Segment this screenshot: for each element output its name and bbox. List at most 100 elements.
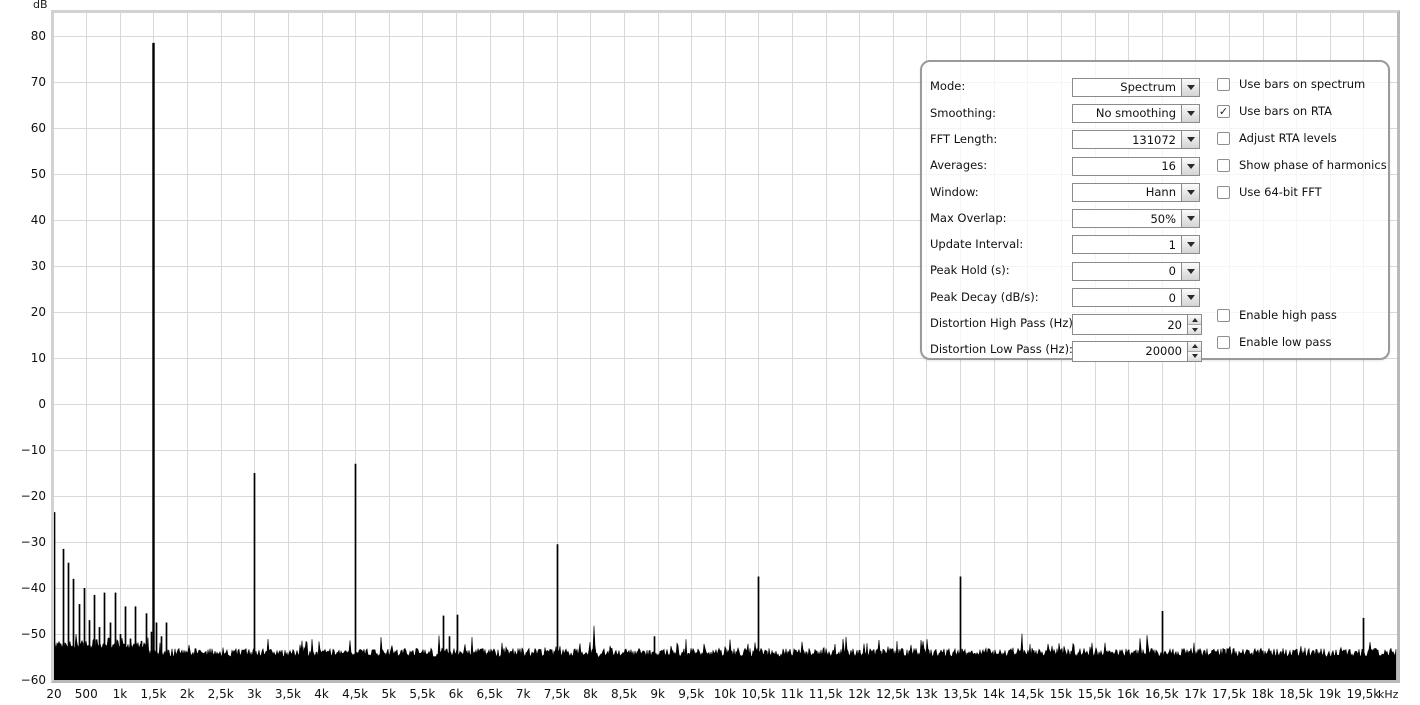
setting-field-wrap-peak-hold: 0 xyxy=(1072,261,1200,281)
dropdown-update-interval[interactable]: 1 xyxy=(1072,235,1200,255)
y-tick-label: 50 xyxy=(30,167,46,181)
spinner-buttons xyxy=(1187,341,1201,361)
checkbox-row-enable-high-pass[interactable]: Enable high pass xyxy=(1217,309,1337,322)
checkbox-row-use-bars-on-spectrum[interactable]: Use bars on spectrum xyxy=(1217,78,1365,91)
spinner-value-distortion-low-pass[interactable]: 20000 xyxy=(1073,342,1187,361)
y-tick-label: 0 xyxy=(38,397,46,411)
setting-field-wrap-distortion-high-pass: 20 xyxy=(1072,314,1202,336)
setting-row-smoothing: Smoothing: No smoothing xyxy=(930,100,1210,126)
checkbox-label-use-bars-on-spectrum: Use bars on spectrum xyxy=(1239,76,1366,91)
x-tick-label: 500 xyxy=(74,687,98,701)
x-tick-label: 10,5k xyxy=(741,687,776,701)
dropdown-smoothing[interactable]: No smoothing xyxy=(1072,103,1200,123)
dropdown-peak-decay[interactable]: 0 xyxy=(1072,288,1200,308)
chevron-down-icon[interactable] xyxy=(1181,183,1199,201)
x-tick-label: 9,5k xyxy=(678,687,705,701)
x-tick-label: 7,5k xyxy=(543,687,570,701)
checkbox-row-enable-low-pass[interactable]: Enable low pass xyxy=(1217,336,1331,349)
setting-label-update-interval: Update Interval: xyxy=(930,237,1024,252)
setting-field-wrap-window: Hann xyxy=(1072,182,1200,202)
spinner-value-distortion-high-pass[interactable]: 20 xyxy=(1073,315,1187,334)
dropdown-window[interactable]: Hann xyxy=(1072,182,1200,202)
spinner-up-icon[interactable] xyxy=(1188,315,1201,325)
x-tick-label: 8,5k xyxy=(610,687,638,701)
checkbox-label-enable-high-pass: Enable high pass xyxy=(1239,307,1337,322)
chevron-down-icon[interactable] xyxy=(1181,131,1199,149)
y-tick-label: −10 xyxy=(20,443,46,457)
checkbox-row-use-bars-on-rta[interactable]: ✓ Use bars on RTA xyxy=(1217,105,1332,118)
spinner-down-icon[interactable] xyxy=(1188,350,1201,361)
checkbox-enable-low-pass[interactable] xyxy=(1217,336,1230,349)
settings-panel: Mode: Spectrum Smoothing: No smoothing FFT L… xyxy=(920,60,1390,363)
setting-row-max-overlap: Max Overlap: 50% xyxy=(930,205,1210,231)
checkbox-enable-high-pass[interactable] xyxy=(1217,309,1230,322)
setting-row-update-interval: Update Interval: 1 xyxy=(930,232,1210,258)
x-tick-label: 6,5k xyxy=(476,687,503,701)
y-tick-label: 40 xyxy=(30,213,46,227)
setting-label-max-overlap: Max Overlap: xyxy=(930,210,1007,225)
checkbox-row-use-64-bit-fft[interactable]: Use 64-bit FFT xyxy=(1217,186,1322,199)
checkbox-use-64-bit-fft[interactable] xyxy=(1217,186,1230,199)
x-tick-label: 15k xyxy=(1049,687,1073,701)
spinner-distortion-high-pass[interactable]: 20 xyxy=(1072,314,1202,336)
x-tick-label: 14,5k xyxy=(1010,687,1045,701)
x-tick-label: 2k xyxy=(179,687,195,701)
x-axis-tick-labels: 20 500 1k 1,5k 2k 2,5k 3k 3,5k 4k 4,5k 5k 5,5k 6k 6,5… xyxy=(0,688,1420,705)
spinner-distortion-low-pass[interactable]: 20000 xyxy=(1072,340,1202,362)
y-axis-tick-labels: 80 70 60 50 40 30 20 10 0 −10 −20 −30 −40 −50 −60 xyxy=(0,0,46,705)
x-tick-label: 3,5k xyxy=(274,687,301,701)
x-tick-label: 19,5k xyxy=(1346,687,1381,701)
checkbox-use-bars-on-rta[interactable]: ✓ xyxy=(1217,105,1230,118)
chevron-down-icon[interactable] xyxy=(1181,104,1199,122)
chevron-down-icon[interactable] xyxy=(1181,262,1199,280)
x-tick-label: 1,5k xyxy=(140,687,167,701)
x-tick-label: 17,5k xyxy=(1212,687,1246,701)
x-tick-label: 11k xyxy=(780,687,804,701)
setting-label-window: Window: xyxy=(930,184,979,199)
y-tick-label: −20 xyxy=(20,489,46,503)
checkbox-label-use-64-bit-fft: Use 64-bit FFT xyxy=(1239,184,1322,199)
setting-field-wrap-distortion-low-pass: 20000 xyxy=(1072,340,1202,362)
dropdown-peak-hold[interactable]: 0 xyxy=(1072,261,1200,281)
x-tick-label: 16,5k xyxy=(1144,687,1179,701)
checkbox-label-use-bars-on-rta: Use bars on RTA xyxy=(1239,103,1332,118)
checkbox-label-enable-low-pass: Enable low pass xyxy=(1239,334,1332,349)
spinner-buttons xyxy=(1187,315,1201,335)
x-tick-label: 2,5k xyxy=(207,687,234,701)
checkbox-use-bars-on-spectrum[interactable] xyxy=(1217,78,1230,91)
dropdown-max-overlap[interactable]: 50% xyxy=(1072,209,1200,229)
chevron-down-icon[interactable] xyxy=(1181,78,1199,96)
y-tick-label: 60 xyxy=(30,121,46,135)
x-tick-label: 7k xyxy=(515,687,531,701)
spinner-down-icon[interactable] xyxy=(1188,324,1201,335)
setting-label-averages: Averages: xyxy=(930,158,988,173)
dropdown-mode[interactable]: Spectrum xyxy=(1072,77,1200,97)
x-tick-label: 17k xyxy=(1184,687,1207,701)
dropdown-value-averages: 16 xyxy=(1161,159,1176,174)
dropdown-value-smoothing: No smoothing xyxy=(1095,106,1176,121)
dropdown-averages[interactable]: 16 xyxy=(1072,156,1200,176)
x-tick-label: 1k xyxy=(112,687,128,701)
chevron-down-icon[interactable] xyxy=(1181,289,1199,307)
setting-row-peak-decay: Peak Decay (dB/s): 0 xyxy=(930,284,1210,310)
dropdown-value-max-overlap: 50% xyxy=(1150,211,1176,226)
chevron-down-icon[interactable] xyxy=(1181,210,1199,228)
x-tick-label: 4k xyxy=(314,687,329,701)
x-tick-label: 18k xyxy=(1251,687,1274,701)
chevron-down-icon[interactable] xyxy=(1181,157,1199,175)
chevron-down-icon[interactable] xyxy=(1181,236,1199,254)
setting-label-distortion-high-pass: Distortion High Pass (Hz): xyxy=(930,316,1077,331)
settings-rows: Mode: Spectrum Smoothing: No smoothing FFT L… xyxy=(930,74,1210,363)
checkbox-label-adjust-rta-levels: Adjust RTA levels xyxy=(1239,130,1337,145)
y-tick-label: 80 xyxy=(30,29,46,43)
dropdown-fft-length[interactable]: 131072 xyxy=(1072,130,1200,150)
setting-field-wrap-averages: 16 xyxy=(1072,156,1200,176)
spinner-up-icon[interactable] xyxy=(1188,341,1201,351)
checkbox-row-show-phase-of-harmonics[interactable]: Show phase of harmonics xyxy=(1217,159,1387,172)
checkbox-row-adjust-rta-levels[interactable]: Adjust RTA levels xyxy=(1217,132,1337,145)
setting-label-smoothing: Smoothing: xyxy=(930,105,997,120)
checkbox-show-phase-of-harmonics[interactable] xyxy=(1217,159,1230,172)
checkbox-adjust-rta-levels[interactable] xyxy=(1217,132,1230,145)
y-tick-label: −40 xyxy=(20,581,46,595)
dropdown-value-window: Hann xyxy=(1145,185,1176,200)
